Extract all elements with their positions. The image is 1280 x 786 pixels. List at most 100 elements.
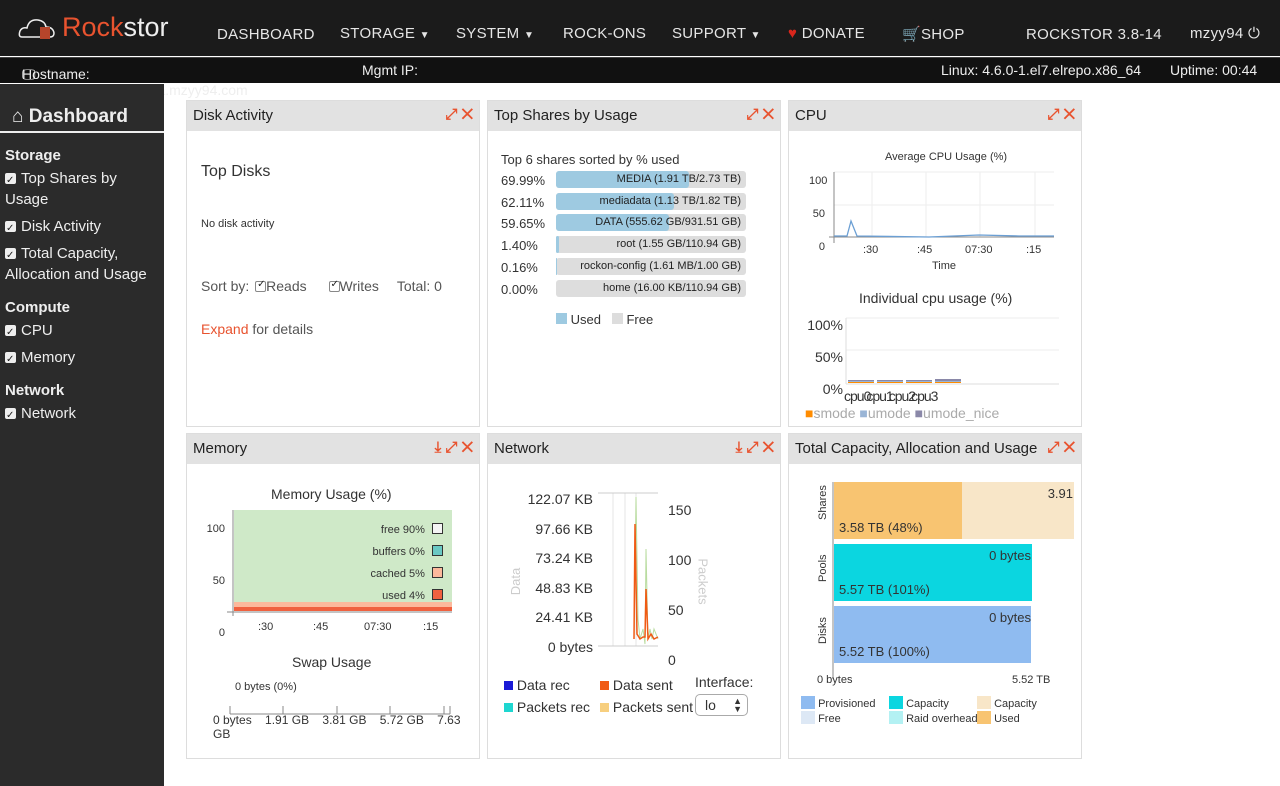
linux-version: Linux: 4.6.0-1.el7.elrepo.x86_64 <box>941 62 1142 78</box>
row-label: Disks <box>817 617 829 644</box>
row-extra-value: 3.91 <box>1047 486 1073 501</box>
heart-icon: ♥ <box>788 25 798 42</box>
close-icon[interactable]: ✕ <box>1064 439 1075 456</box>
checkbox-icon[interactable] <box>5 322 16 343</box>
sidebar-widget-toggle[interactable]: Memory <box>5 347 164 370</box>
sidebar-widget-toggle[interactable]: CPU <box>5 320 164 343</box>
checkbox-icon[interactable] <box>5 245 16 266</box>
sidebar-widget-toggle[interactable]: Disk Activity <box>5 216 164 239</box>
nav-donate[interactable]: ♥ DONATE <box>788 25 865 42</box>
x-tick: 0 bytes <box>213 713 252 727</box>
top-navbar: Rock stor DASHBOARD STORAGE ▼ SYSTEM ▼ RO… <box>0 0 1280 56</box>
expand-link[interactable]: Expand <box>201 321 248 337</box>
user-menu[interactable]: mzyy94 ⏻ <box>1190 25 1260 42</box>
reads-checkbox[interactable] <box>255 279 267 292</box>
checkbox-icon[interactable] <box>5 349 16 370</box>
x-tick: :15 <box>1026 244 1042 256</box>
legend-label: Capacity <box>906 698 949 710</box>
nav-dashboard[interactable]: DASHBOARD <box>217 26 315 43</box>
share-bar: mediadata (1.13 TB/1.82 TB) <box>556 192 746 210</box>
x-axis-label: Time <box>932 260 957 272</box>
capacity-panel: Total Capacity, Allocation and Usage ⤢ ✕ … <box>788 433 1082 759</box>
writes-checkbox[interactable] <box>328 279 340 292</box>
download-icon[interactable]: ⤓ <box>736 439 743 456</box>
sidebar-item-label: Memory <box>21 349 76 366</box>
legend-item: smode <box>813 405 856 421</box>
disk-activity-panel: Disk Activity ⤢ ✕ Top Disks No disk activ… <box>186 100 480 427</box>
sidebar-group-label: Network <box>5 382 65 399</box>
resize-icon[interactable]: ⤢ <box>445 439 457 456</box>
y-tick: 100 <box>206 523 225 535</box>
x-tick: 07:30 <box>965 244 993 256</box>
cpu-bar-segment <box>848 380 874 381</box>
legend-swatch <box>977 696 991 709</box>
close-icon[interactable]: ✕ <box>763 106 774 123</box>
swap-ticks: 0 bytes 1.91 GB 3.81 GB 5.72 GB 7.63 GB <box>213 713 479 741</box>
caret-down-icon: ▼ <box>523 30 535 41</box>
cpu-bar-segment <box>935 379 961 381</box>
sidebar-title[interactable]: ⌂ Dashboard <box>0 84 164 133</box>
nav-storage[interactable]: STORAGE ▼ <box>340 25 430 42</box>
capacity-legend-item: Free <box>801 711 841 725</box>
legend-swatch-free <box>611 313 623 324</box>
total-label: Total: 0 <box>396 278 442 294</box>
y-tick: 0 <box>218 627 225 639</box>
ind-cpu-yticks: 100% 50% 0% <box>799 309 843 405</box>
panel-title: Total Capacity, Allocation and Usage <box>795 440 1038 457</box>
interface-select[interactable]: lo ▲ ▼ <box>695 694 748 716</box>
share-percent: 62.11% <box>501 194 545 210</box>
close-icon[interactable]: ✕ <box>763 439 774 456</box>
close-icon[interactable]: ✕ <box>1064 106 1075 123</box>
share-percent: 0.00% <box>501 281 538 297</box>
resize-icon[interactable]: ⤢ <box>746 439 758 456</box>
resize-icon[interactable]: ⤢ <box>746 106 758 123</box>
checkbox-icon[interactable] <box>5 405 16 426</box>
close-icon[interactable]: ✕ <box>462 106 473 123</box>
nav-rockons[interactable]: ROCK-ONS <box>563 25 646 42</box>
resize-icon[interactable]: ⤢ <box>1047 439 1059 456</box>
capacity-legend-item: Capacity <box>889 696 949 710</box>
row-main-value: 3.58 TB (48%) <box>839 520 923 535</box>
panel-header: Memory ⤓ ⤢ ✕ <box>187 434 479 464</box>
cpu-legend: ■smode ■umode ■umode_nice <box>805 405 999 421</box>
rockstor-logo[interactable]: Rock stor <box>18 12 169 43</box>
sidebar-widget-toggle[interactable]: Network <box>5 403 164 426</box>
brand-rest: stor <box>123 12 169 42</box>
y-tick: 0 <box>818 241 825 253</box>
nav-storage-label: STORAGE <box>340 25 416 42</box>
network-legend-item: Packets sent <box>600 696 696 718</box>
cpu-label: cpu3 <box>911 388 938 404</box>
legend-swatch <box>600 703 609 712</box>
resize-icon[interactable]: ⤢ <box>1047 106 1059 123</box>
sidebar-widget-toggle[interactable]: Total Capacity, Allocation and Usage <box>5 243 164 285</box>
download-icon[interactable]: ⤓ <box>435 439 442 456</box>
panel-header: Top Shares by Usage ⤢ ✕ <box>488 101 780 131</box>
row-main-value: 5.57 TB (101%) <box>839 582 930 597</box>
legend-free: Free <box>626 312 654 327</box>
checkbox-icon[interactable] <box>5 170 16 191</box>
network-legend-item: Data rec <box>504 674 600 696</box>
legend-label: Data sent <box>612 677 673 693</box>
resize-icon[interactable]: ⤢ <box>445 106 457 123</box>
x-tick: 07:30 <box>364 621 392 633</box>
row-extra-value: 0 bytes <box>989 548 1031 563</box>
share-percent: 69.99% <box>501 173 546 188</box>
sidebar-group-label: Storage <box>5 147 61 164</box>
sidebar-group-label: Compute <box>5 299 70 316</box>
power-icon[interactable]: ⏻ <box>1248 25 1260 42</box>
close-icon[interactable]: ✕ <box>462 439 473 456</box>
nav-shop[interactable]: 🛒SHOP <box>902 25 965 43</box>
nav-support[interactable]: SUPPORT ▼ <box>672 25 761 42</box>
shares-subtitle: Top 6 shares sorted by % used <box>501 152 680 167</box>
y-tick: 100 <box>809 175 828 187</box>
select-arrows-icon: ▲ ▼ <box>733 696 742 714</box>
legend-label: Packets rec <box>516 699 591 715</box>
share-label: mediadata (1.13 TB/1.82 TB) <box>599 194 741 207</box>
x-tick: 1.91 GB <box>265 713 310 727</box>
reads-label: Reads <box>266 278 307 294</box>
nav-system[interactable]: SYSTEM ▼ <box>456 25 534 42</box>
capacity-legend-item: Used <box>977 711 1020 725</box>
sidebar-widget-toggle[interactable]: Top Shares by Usage <box>5 168 164 210</box>
checkbox-icon[interactable] <box>5 218 16 239</box>
legend-swatch <box>432 545 443 556</box>
